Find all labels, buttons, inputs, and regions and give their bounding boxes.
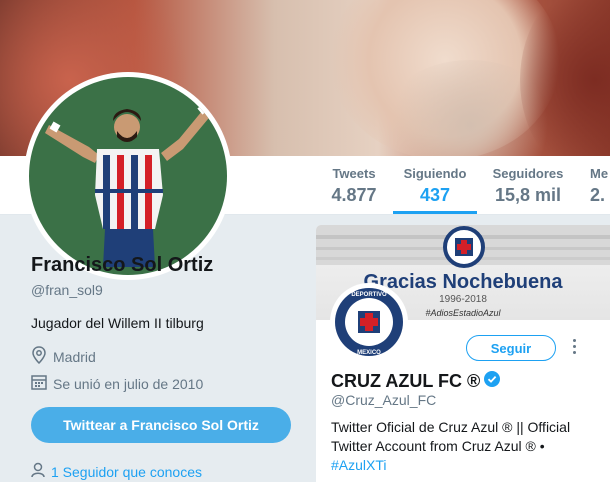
- location-pin-icon: [31, 346, 47, 367]
- stat-value: 4.877: [331, 185, 377, 205]
- profile-location: Madrid: [31, 346, 96, 367]
- follow-button[interactable]: Seguir: [466, 335, 556, 361]
- joined-text: Se unió en julio de 2010: [53, 375, 204, 392]
- stat-label: Siguiendo: [403, 166, 467, 181]
- card-handle[interactable]: @Cruz_Azul_FC: [331, 392, 436, 408]
- profile-bio: Jugador del Willem II tilburg: [31, 315, 204, 331]
- card-bio-text: Twitter Oficial de Cruz Azul ® || Offici…: [331, 419, 571, 454]
- profile-name[interactable]: Francisco Sol Ortiz: [31, 254, 213, 277]
- verified-badge-icon: [484, 371, 501, 392]
- stat-value: 437: [419, 185, 451, 205]
- card-avatar[interactable]: DEPORTIVO MEXICO: [330, 283, 408, 361]
- followers-you-know[interactable]: 1 Seguidor que conoces: [31, 462, 202, 481]
- location-text: Madrid: [53, 348, 96, 365]
- stat-label: Tweets: [332, 166, 376, 181]
- profile-handle[interactable]: @fran_sol9: [31, 282, 103, 298]
- stat-following[interactable]: Siguiendo 437: [393, 164, 477, 214]
- tweet-to-button[interactable]: Twittear a Francisco Sol Ortiz: [31, 407, 291, 443]
- card-bio: Twitter Oficial de Cruz Azul ® || Offici…: [331, 418, 601, 475]
- profile-joined: Se unió en julio de 2010: [31, 374, 203, 393]
- avatar-image: [29, 77, 227, 275]
- followers-you-know-text[interactable]: 1 Seguidor que conoces: [51, 464, 202, 480]
- stat-value: 2.: [590, 185, 606, 205]
- calendar-icon: [31, 374, 47, 393]
- more-options-icon[interactable]: [572, 339, 578, 357]
- stat-value: 15,8 mil: [494, 185, 562, 205]
- stat-followers[interactable]: Seguidores 15,8 mil: [492, 164, 564, 214]
- logo-bottom-text: MEXICO: [357, 350, 381, 356]
- card-name-text[interactable]: CRUZ AZUL FC ®: [331, 371, 480, 392]
- logo-top-text: DEPORTIVO: [351, 292, 387, 298]
- card-hashtag-link[interactable]: #AzulXTi: [331, 457, 387, 473]
- user-card[interactable]: Gracias Nochebuena 1996-2018 #AdiosEstad…: [316, 225, 610, 482]
- stat-label: Seguidores: [492, 166, 564, 181]
- profile-avatar[interactable]: [24, 72, 232, 280]
- card-name[interactable]: CRUZ AZUL FC ®: [331, 371, 501, 392]
- stat-tweets[interactable]: Tweets 4.877: [330, 164, 378, 214]
- stat-likes[interactable]: Me 2.: [590, 164, 610, 214]
- stat-label: Me: [590, 166, 609, 181]
- person-icon: [31, 462, 45, 481]
